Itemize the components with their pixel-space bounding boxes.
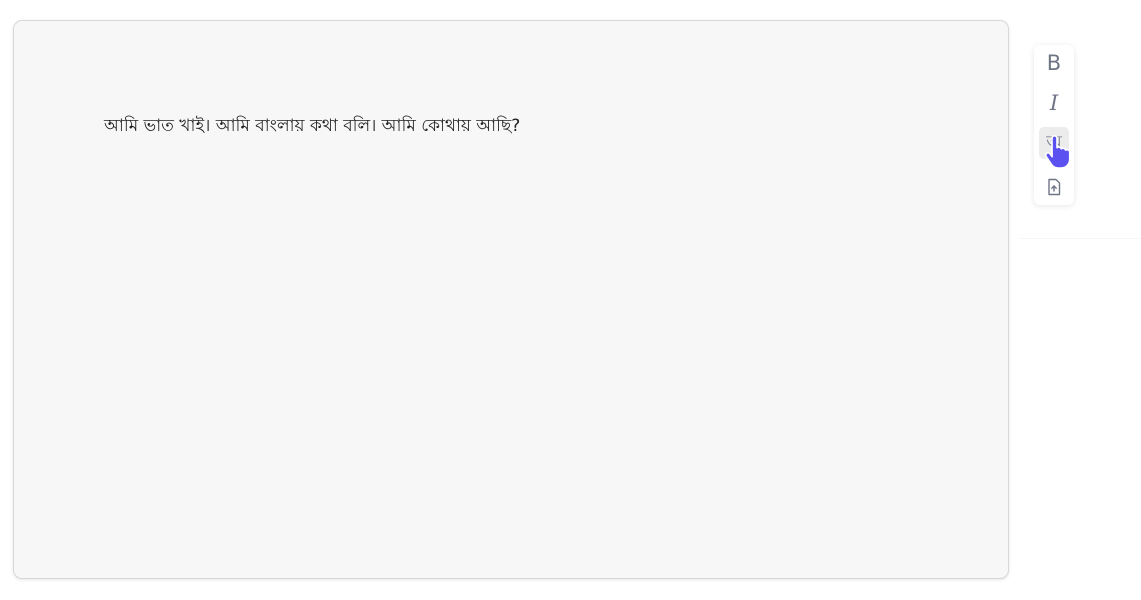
file-upload-button[interactable] <box>1039 171 1069 203</box>
text-editor[interactable]: আমি ভাত খাই। আমি বাংলায় কথা বলি। আমি কো… <box>13 20 1009 579</box>
editor-content[interactable]: আমি ভাত খাই। আমি বাংলায় কথা বলি। আমি কো… <box>104 113 520 139</box>
formatting-toolbar: B I অ <box>1034 45 1074 205</box>
file-upload-icon <box>1048 178 1061 196</box>
italic-icon: I <box>1049 90 1059 115</box>
bold-button[interactable]: B <box>1039 47 1069 79</box>
divider <box>1020 238 1141 239</box>
bold-icon: B <box>1046 50 1062 75</box>
italic-button[interactable]: I <box>1039 87 1069 119</box>
hand-pointer-icon <box>1044 135 1071 169</box>
page: আমি ভাত খাই। আমি বাংলায় কথা বলি। আমি কো… <box>0 0 1141 600</box>
